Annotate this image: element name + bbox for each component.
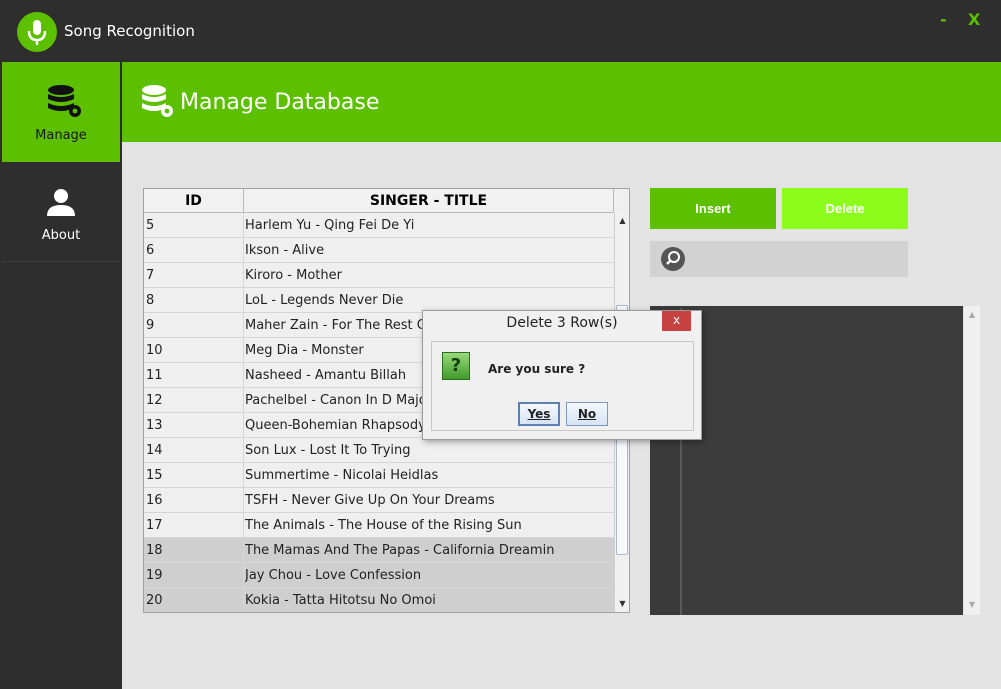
cell-singer-title: The Mamas And The Papas - California Dre… (245, 543, 555, 558)
sidebar-item-label: About (41, 228, 81, 243)
table-row[interactable]: 19 Jay Chou - Love Confession (144, 563, 614, 588)
app-title: Song Recognition (64, 22, 195, 40)
cell-singer-title: LoL - Legends Never Die (245, 293, 404, 308)
column-divider (243, 213, 244, 238)
user-icon (46, 188, 76, 222)
cell-singer-title: Son Lux - Lost It To Trying (245, 443, 411, 458)
cell-id: 18 (146, 543, 163, 558)
database-gear-icon (46, 84, 84, 124)
table-row[interactable]: 16 TSFH - Never Give Up On Your Dreams (144, 488, 614, 513)
column-divider (243, 338, 244, 363)
scroll-up-icon[interactable]: ▲ (964, 308, 980, 322)
column-divider (243, 263, 244, 288)
cell-singer-title: Kiroro - Mother (245, 268, 342, 283)
column-divider (243, 488, 244, 513)
cell-id: 6 (146, 243, 155, 258)
dialog-body: ? Are you sure ? Yes No (431, 341, 694, 431)
cell-id: 20 (146, 593, 163, 608)
column-divider (243, 413, 244, 438)
no-button[interactable]: No (566, 402, 608, 426)
table-row[interactable]: 20 Kokia - Tatta Hitotsu No Omoi (144, 588, 614, 612)
column-divider (243, 238, 244, 263)
table-row[interactable]: 7 Kiroro - Mother (144, 263, 614, 288)
column-divider (243, 538, 244, 563)
cell-singer-title: TSFH - Never Give Up On Your Dreams (245, 493, 495, 508)
sidebar-item-label: Manage (35, 128, 87, 143)
dialog-title: Delete 3 Row(s) (506, 315, 618, 331)
dialog-message: Are you sure ? (488, 362, 586, 376)
cell-singer-title: Kokia - Tatta Hitotsu No Omoi (245, 593, 436, 608)
cell-id: 9 (146, 318, 155, 333)
cell-id: 8 (146, 293, 155, 308)
cell-id: 19 (146, 568, 163, 583)
column-divider (243, 563, 244, 588)
title-bar: Song Recognition - X (0, 0, 1001, 62)
scroll-down-icon[interactable]: ▼ (615, 596, 629, 612)
table-row[interactable]: 6 Ikson - Alive (144, 238, 614, 263)
sidebar-item-about[interactable]: About (2, 174, 120, 274)
table-row[interactable]: 14 Son Lux - Lost It To Trying (144, 438, 614, 463)
cell-singer-title: Summertime - Nicolai Heidlas (245, 468, 439, 483)
divider (2, 261, 120, 262)
search-box (650, 241, 908, 277)
cell-singer-title: Harlem Yu - Qing Fei De Yi (245, 218, 415, 233)
table-row[interactable]: 17 The Animals - The House of the Rising … (144, 513, 614, 538)
cell-id: 13 (146, 418, 163, 433)
minimize-button[interactable]: - (940, 10, 947, 29)
details-content (680, 308, 965, 615)
cell-id: 16 (146, 493, 163, 508)
delete-button[interactable]: Delete (782, 188, 908, 229)
page-title: Manage Database (180, 90, 380, 115)
cell-singer-title: Ikson - Alive (245, 243, 325, 258)
sidebar: Manage About (0, 62, 121, 689)
cell-id: 11 (146, 368, 163, 383)
delete-confirm-dialog: Delete 3 Row(s) x ? Are you sure ? Yes N… (422, 310, 702, 440)
column-divider (243, 288, 244, 313)
column-divider (243, 513, 244, 538)
dialog-close-button[interactable]: x (662, 311, 691, 331)
close-button[interactable]: X (968, 10, 980, 29)
column-divider (243, 438, 244, 463)
cell-id: 14 (146, 443, 163, 458)
cell-id: 10 (146, 343, 163, 358)
cell-id: 17 (146, 518, 163, 533)
sidebar-item-manage[interactable]: Manage (2, 62, 120, 162)
insert-button[interactable]: Insert (650, 188, 776, 229)
column-divider (243, 363, 244, 388)
scroll-down-icon[interactable]: ▼ (964, 598, 980, 612)
cell-id: 12 (146, 393, 163, 408)
cell-id: 7 (146, 268, 155, 283)
column-header-singer-title[interactable]: SINGER - TITLE (244, 189, 614, 213)
database-gear-icon (140, 84, 176, 124)
details-scrollbar[interactable]: ▲ ▼ (963, 306, 980, 615)
search-icon[interactable] (660, 246, 686, 276)
question-icon: ? (442, 352, 470, 380)
microphone-icon (17, 12, 57, 52)
column-divider (243, 388, 244, 413)
table-row[interactable]: 5 Harlem Yu - Qing Fei De Yi (144, 213, 614, 238)
column-header-id[interactable]: ID (144, 189, 244, 213)
cell-singer-title: Jay Chou - Love Confession (245, 568, 422, 583)
cell-id: 15 (146, 468, 163, 483)
column-divider (243, 463, 244, 488)
yes-button[interactable]: Yes (518, 402, 560, 426)
column-divider (243, 588, 244, 612)
page-header: Manage Database (122, 62, 1001, 142)
cell-id: 5 (146, 218, 155, 233)
search-input[interactable] (694, 247, 904, 273)
column-divider (243, 313, 244, 338)
table-row[interactable]: 15 Summertime - Nicolai Heidlas (144, 463, 614, 488)
cell-singer-title: The Animals - The House of the Rising Su… (245, 518, 522, 533)
table-row[interactable]: 18 The Mamas And The Papas - California D… (144, 538, 614, 563)
scroll-up-icon[interactable]: ▲ (615, 213, 629, 229)
